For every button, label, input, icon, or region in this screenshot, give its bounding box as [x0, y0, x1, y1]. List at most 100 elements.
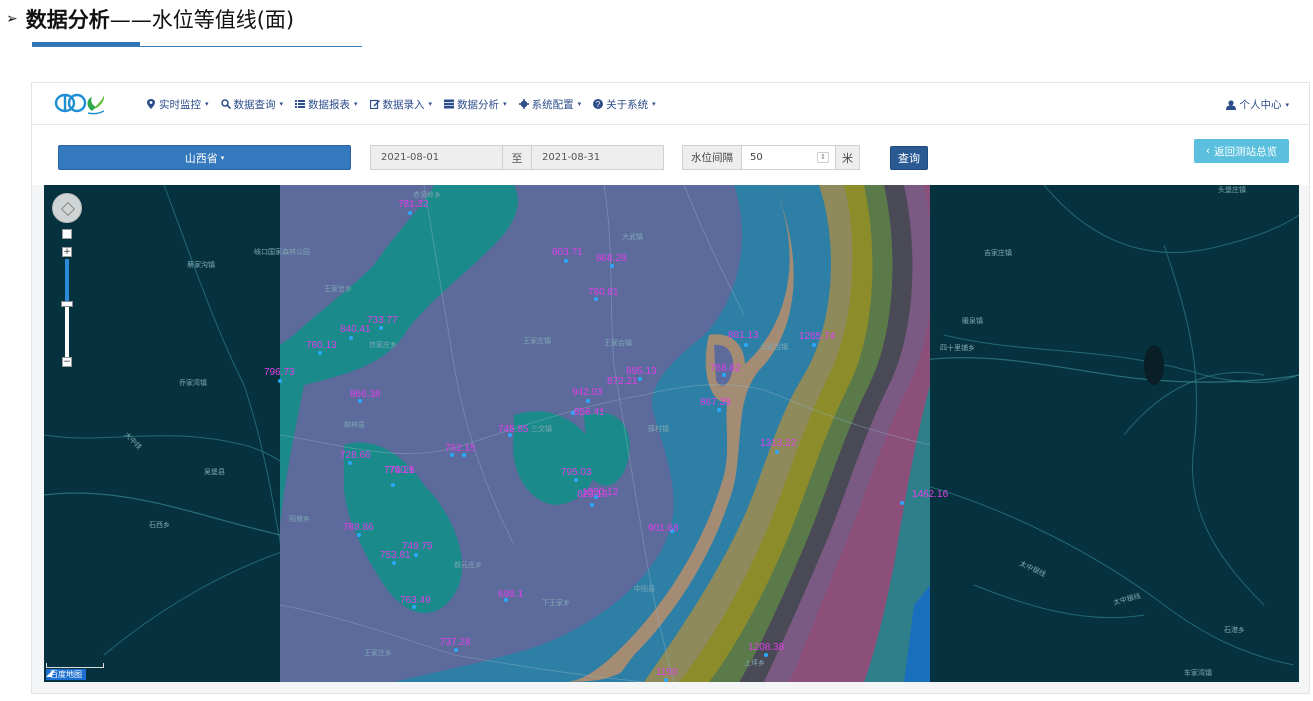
station-value-label: 728.66	[340, 450, 371, 461]
query-button[interactable]: 查询	[890, 146, 928, 170]
caret-down-icon: ▾	[503, 100, 507, 108]
station-value-label: 1050.12	[582, 487, 619, 498]
caret-down-icon: ▾	[220, 153, 225, 162]
nav-realtime-monitor[interactable]: 实时监控 ▾	[146, 97, 209, 112]
nav-label: 数据查询	[233, 98, 276, 111]
place-label: 阳坡乡	[289, 514, 310, 523]
svg-text:?: ?	[596, 100, 601, 109]
edit-icon	[369, 99, 380, 109]
nav-system-config[interactable]: 系统配置 ▾	[518, 97, 582, 112]
place-label: 前元庄乡	[454, 560, 482, 569]
app-logo[interactable]	[54, 89, 106, 119]
place-label: 信家庄乡	[369, 340, 397, 349]
map-brand-label: 百度地图	[50, 670, 82, 679]
station-value-label: 901.68	[648, 523, 679, 534]
place-label: 大武镇	[622, 232, 643, 241]
place-label: 上坪乡	[744, 658, 765, 667]
zoom-reset-button[interactable]	[62, 229, 72, 239]
date-range-separator: 至	[503, 145, 531, 170]
place-label: 王家庄镇	[523, 336, 551, 345]
place-label: 王家会镇	[604, 338, 632, 347]
caret-down-icon: ▾	[652, 100, 656, 108]
spinner-icon[interactable]: ⇕	[817, 152, 829, 163]
question-icon: ?	[593, 99, 604, 109]
station-value-label: 745.85	[498, 424, 529, 435]
map-marker-icon	[147, 99, 155, 109]
place-label: 岐口国家森林公园	[254, 247, 310, 256]
arrow-bullet-icon: ➢	[6, 11, 18, 27]
station-value-label: 737.28	[440, 637, 471, 648]
date-start-input[interactable]: 2021-08-01	[370, 145, 503, 170]
nav-label: 数据分析	[457, 98, 500, 111]
list-icon	[295, 100, 306, 108]
date-end-input[interactable]: 2021-08-31	[531, 145, 664, 170]
map-pan-control[interactable]	[52, 193, 82, 223]
level-interval-label: 水位间隔	[682, 145, 742, 170]
map-navigation-control: + −	[52, 193, 84, 367]
place-label: 太中银线	[1018, 559, 1047, 579]
place-label: 太中银线	[1112, 591, 1141, 607]
station-value-label: 942.03	[572, 387, 603, 398]
map-brand-logo: 百度地图	[46, 669, 86, 680]
nav-about-system[interactable]: ? 关于系统 ▾	[593, 97, 656, 112]
zoom-slider-fill	[65, 259, 69, 301]
station-value-label: 698.1	[498, 589, 523, 600]
station-value-label: 763.49	[400, 595, 431, 606]
caret-down-icon: ▾	[577, 100, 582, 108]
nav-label: 数据录入	[382, 98, 425, 111]
place-label: 吉家庄镇	[984, 248, 1012, 257]
level-interval-input[interactable]: 50 ⇕	[742, 145, 836, 170]
nav-data-analysis[interactable]: 数据分析 ▾	[444, 97, 507, 112]
place-label: 蔡家沟镇	[187, 260, 215, 269]
place-label: 乔家湾镇	[179, 378, 207, 387]
nav-label: 系统配置	[531, 98, 574, 111]
place-label: 车家湾镇	[1184, 668, 1212, 677]
station-value-label: 733.77	[367, 315, 398, 326]
nav-label: 实时监控	[159, 98, 201, 111]
app-window: 实时监控 ▾ 数据查询 ▾ 数据报表 ▾ 数据录入 ▾ 数据分析 ▾ 系统配置 ▾	[31, 82, 1310, 694]
contour-map[interactable]: 蔡家沟镇 岐口国家森林公园 吉家庄镇 暖泉镇 四十里铺乡 乔家湾镇 吴堡县 石西…	[44, 185, 1299, 682]
place-label: 王家庄乡	[364, 648, 392, 657]
level-interval-group: 水位间隔 50 ⇕ 米	[682, 145, 860, 170]
logo-icon	[54, 93, 105, 115]
zoom-slider-track[interactable]	[65, 259, 69, 363]
user-icon	[1226, 99, 1237, 110]
place-label: 吴堡县	[204, 467, 225, 476]
top-navbar: 实时监控 ▾ 数据查询 ▾ 数据报表 ▾ 数据录入 ▾ 数据分析 ▾ 系统配置 ▾	[32, 83, 1309, 125]
place-label: 三交镇	[531, 424, 552, 433]
level-interval-value: 50	[750, 152, 763, 163]
station-value-label: 866.38	[350, 389, 381, 400]
province-dropdown[interactable]: 山西省 ▾	[58, 145, 351, 170]
place-label: 头堡庄镇	[1218, 185, 1246, 194]
zoom-in-button[interactable]: +	[62, 247, 72, 257]
station-value-label: 781.32	[398, 199, 429, 210]
user-center-label: 个人中心	[1239, 99, 1282, 111]
place-label: 下王家乡	[542, 598, 570, 607]
station-value-label: 790.1	[389, 465, 414, 476]
place-label: 赤坚岭乡	[413, 190, 441, 199]
place-label: 柳林县	[344, 420, 365, 429]
heading-sub-text: ——水位等值线(面)	[109, 8, 295, 32]
nav-data-entry[interactable]: 数据录入 ▾	[369, 97, 432, 112]
station-value-label: 788.86	[343, 522, 374, 533]
place-label: 大中线	[123, 430, 144, 451]
province-label: 山西省	[184, 151, 218, 165]
gear-icon	[518, 99, 529, 109]
nav-label: 数据报表	[308, 98, 351, 111]
station-value-label: 795.03	[561, 467, 592, 478]
zoom-out-button[interactable]: −	[62, 357, 72, 367]
section-heading: ➢ 数据分析 ——水位等值线(面)	[6, 6, 294, 32]
place-label: 石港乡	[1224, 625, 1245, 634]
scale-bar	[46, 663, 104, 668]
nav-data-report[interactable]: 数据报表 ▾	[295, 97, 358, 112]
zoom-slider-handle[interactable]	[61, 301, 73, 307]
user-center-menu[interactable]: 个人中心 ▾	[1226, 97, 1289, 112]
server-icon	[444, 99, 455, 109]
filter-toolbar: 山西省 ▾ 2021-08-01 至 2021-08-31 水位间隔 50 ⇕ 米…	[32, 125, 1309, 185]
main-nav: 实时监控 ▾ 数据查询 ▾ 数据报表 ▾ 数据录入 ▾ 数据分析 ▾ 系统配置 ▾	[146, 83, 656, 125]
back-button-label: 返回测站总览	[1214, 145, 1278, 158]
back-to-overview-button[interactable]: ‹ 返回测站总览	[1194, 139, 1289, 163]
place-label: 王家岔乡	[324, 284, 352, 293]
nav-data-query[interactable]: 数据查询 ▾	[220, 97, 283, 112]
station-value-label: 1313.22	[760, 438, 797, 449]
